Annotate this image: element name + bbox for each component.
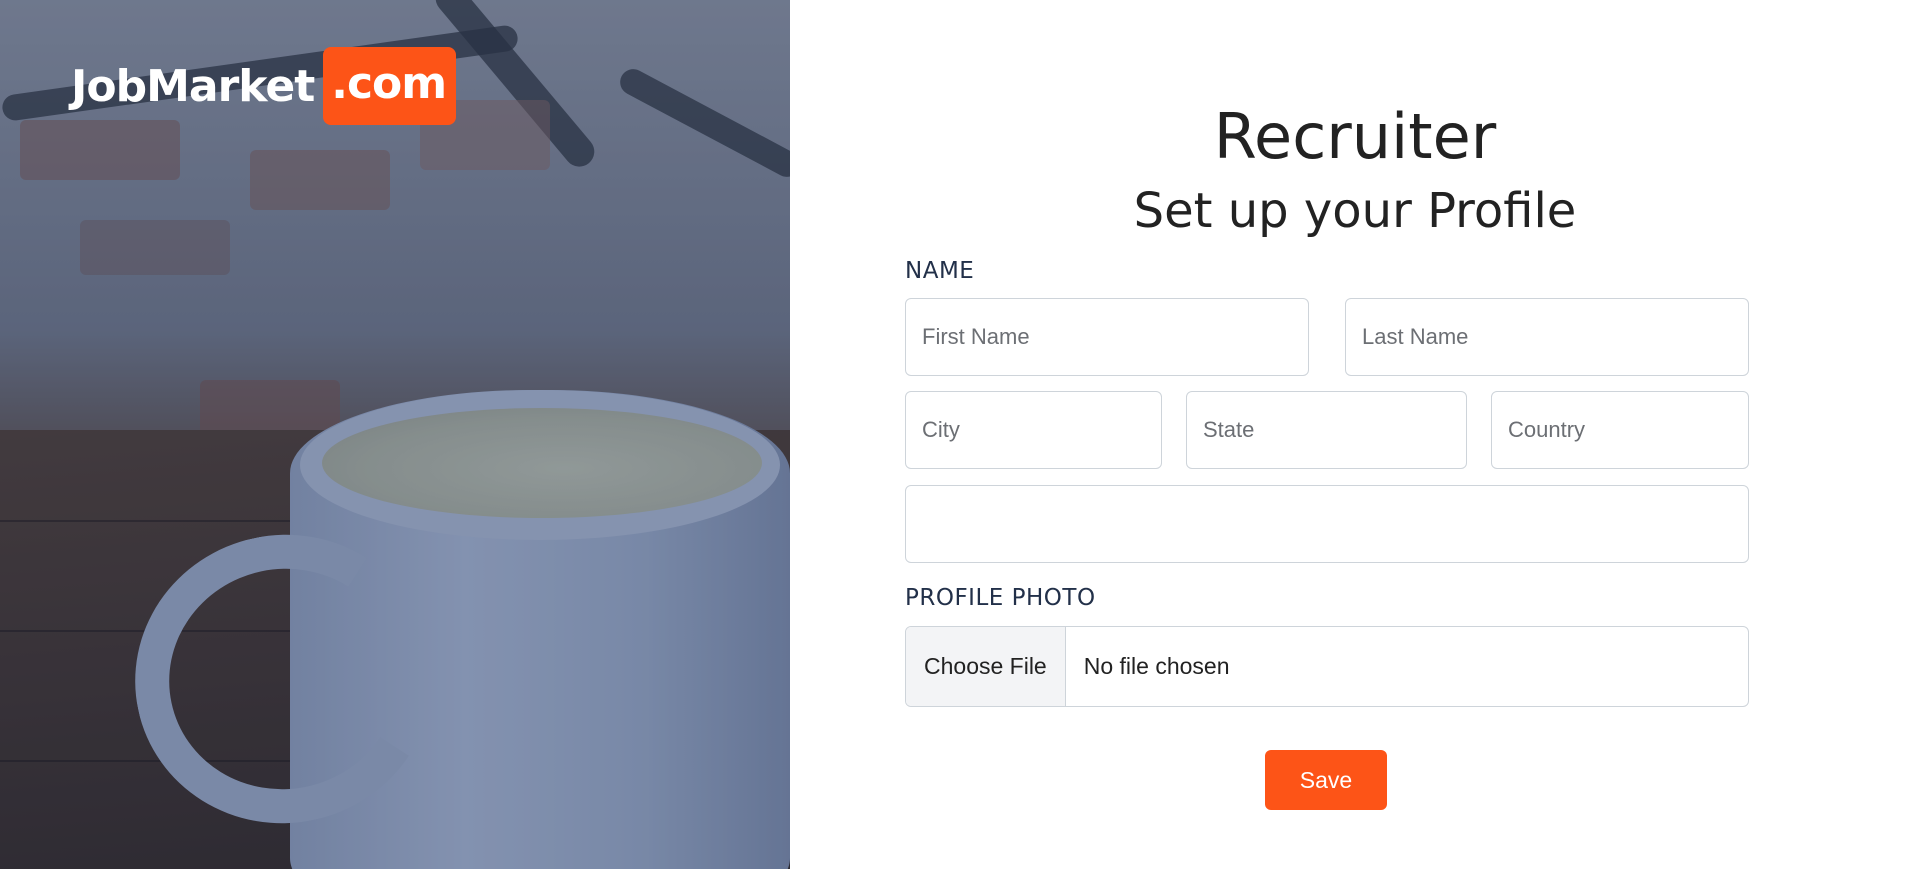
page-title: Recruiter bbox=[1213, 100, 1497, 173]
logo-badge: .com bbox=[323, 47, 457, 125]
save-button[interactable]: Save bbox=[1265, 750, 1387, 810]
country-input[interactable] bbox=[1491, 391, 1749, 469]
file-status-text: No file chosen bbox=[1083, 653, 1230, 679]
page-subtitle: Set up your Profile bbox=[1133, 183, 1577, 239]
profile-photo-file-input[interactable]: Choose File No file chosen bbox=[905, 626, 1749, 707]
logo-text: JobMarket bbox=[71, 60, 315, 112]
choose-file-button[interactable]: Choose File bbox=[906, 627, 1066, 706]
name-section-label: NAME bbox=[905, 258, 975, 284]
first-name-input[interactable] bbox=[905, 298, 1309, 376]
state-input[interactable] bbox=[1186, 391, 1467, 469]
brand-logo[interactable]: JobMarket .com bbox=[71, 46, 457, 126]
photo-section-label: PROFILE PHOTO bbox=[905, 585, 1096, 611]
extra-input[interactable] bbox=[905, 485, 1749, 563]
image-overlay bbox=[0, 0, 790, 869]
city-input[interactable] bbox=[905, 391, 1162, 469]
last-name-input[interactable] bbox=[1345, 298, 1749, 376]
hero-image-panel: JobMarket .com bbox=[0, 0, 790, 869]
